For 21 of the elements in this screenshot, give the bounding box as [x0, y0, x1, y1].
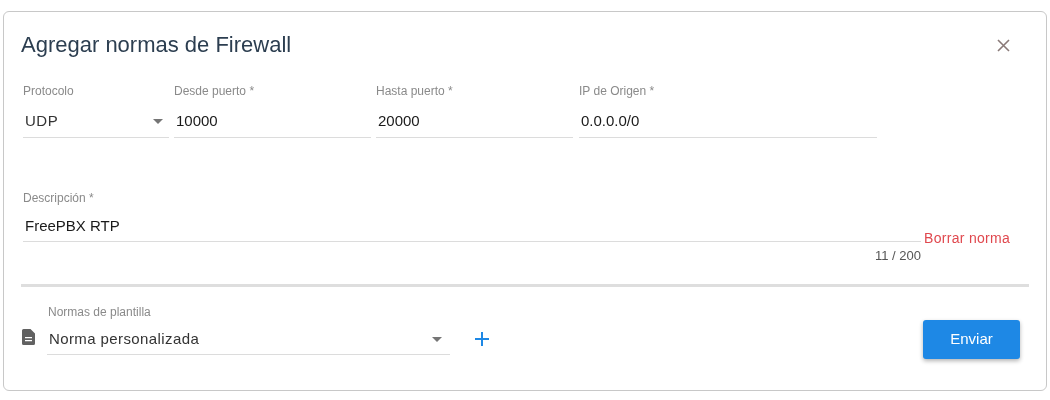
add-icon[interactable] [475, 331, 489, 346]
input-field[interactable]: 0.0.0.0/0 [579, 106, 877, 138]
caret-icon [432, 336, 442, 342]
field-label: Descripción * [23, 190, 95, 206]
delete-link[interactable]: Borrar norma [924, 228, 1011, 266]
document-icon [22, 328, 35, 345]
protocol-select[interactable]: UDP [23, 106, 169, 138]
field-label: Protocolo [23, 83, 75, 99]
input-field[interactable]: 10000 [174, 106, 371, 138]
close-icon[interactable] [997, 38, 1010, 52]
input-field[interactable]: 20000 [376, 106, 573, 138]
field-label: IP de Origen * [579, 83, 656, 99]
character-counter: 11 / 200 [874, 247, 921, 265]
field-label: Hasta puerto * [376, 83, 454, 99]
template-select[interactable]: Norma personalizada [47, 324, 450, 355]
dialog-title: Agregar normas de Firewall [21, 31, 292, 59]
submit-button[interactable]: Enviar [923, 319, 1020, 359]
caret-icon [153, 119, 163, 124]
input-field[interactable]: FreePBX RTP [23, 212, 921, 242]
field-label: Desde puerto * [174, 83, 256, 99]
field-label: Normas de plantilla [47, 303, 152, 320]
